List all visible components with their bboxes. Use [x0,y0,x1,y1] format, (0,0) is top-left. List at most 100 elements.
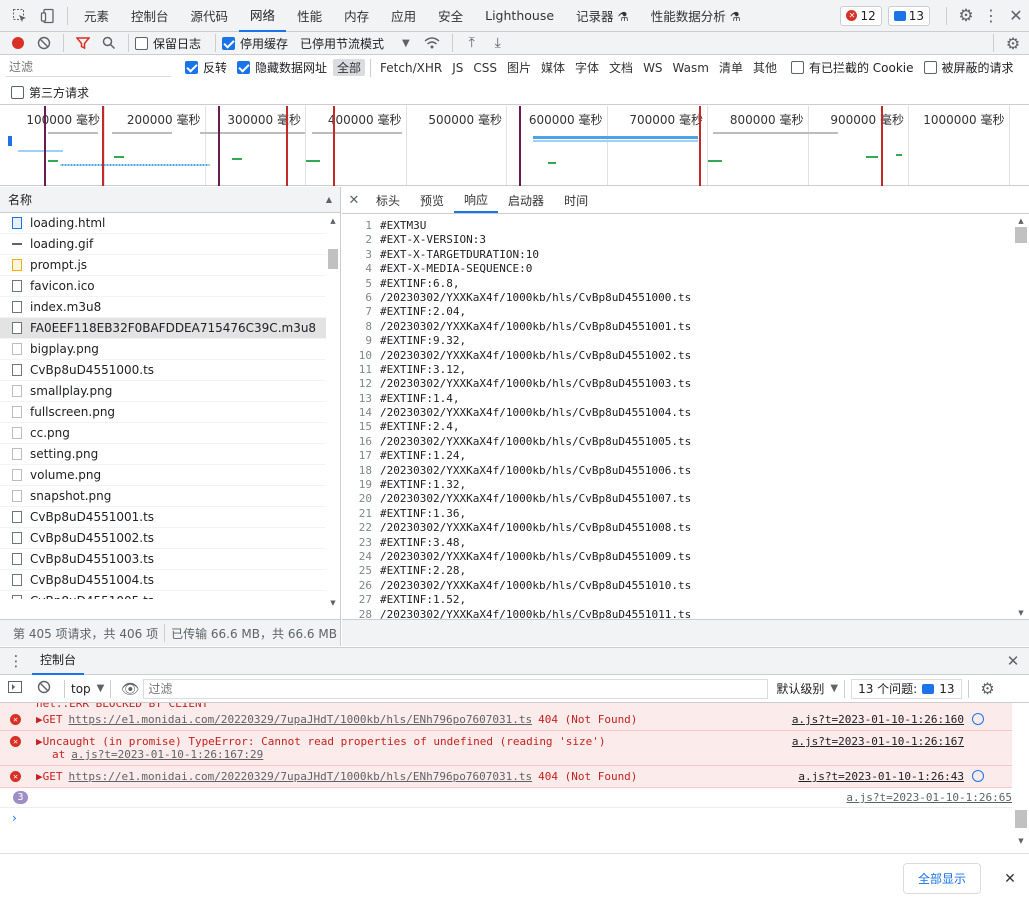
request-url-link[interactable]: https://e1.monidai.com/20220329/7upaJHdT… [69,713,533,726]
filter-type-4[interactable]: 图片 [503,59,535,76]
request-row[interactable]: loading.gif [0,234,326,255]
close-drawer-icon[interactable]: ✕ [997,652,1029,670]
invert-checkbox[interactable]: 反转 [185,59,227,76]
network-panel-icon[interactable] [972,770,984,782]
request-row[interactable]: prompt.js [0,255,326,276]
devtools-tab-7[interactable]: 安全 [427,0,474,32]
clear-console-icon[interactable] [30,680,58,697]
request-list-scrollbar[interactable]: ▲ ▼ [328,217,338,607]
inspect-element-icon[interactable] [6,0,34,32]
more-options-icon[interactable]: ⋮ [979,0,1003,32]
request-row[interactable]: CvBp8uD4551005.ts [0,591,326,599]
filter-input[interactable] [6,58,171,77]
filter-type-10[interactable]: 清单 [715,59,747,76]
filter-type-7[interactable]: 文档 [605,59,637,76]
filter-type-5[interactable]: 媒体 [537,59,569,76]
console-output[interactable]: net::ERR_BLOCKED_BY_CLIENT ✕▶GEThttps://… [0,703,1012,851]
show-all-button[interactable]: 全部显示 [902,863,981,894]
network-overview-timeline[interactable]: 100000 毫秒 200000 毫秒 300000 毫秒 400000 毫秒 5000… [0,106,1029,186]
clear-icon[interactable] [31,32,57,54]
console-error-message[interactable]: ✕ ▶GET https://e1.monidai.com/20220329/7up… [0,766,1012,788]
import-har-icon[interactable]: ⤒ [459,32,485,54]
console-settings-icon[interactable]: ⚙ [975,679,1001,698]
source-link[interactable]: a.js?t=2023-01-10-1:26:167 [792,735,964,748]
throttling-select[interactable]: 已停用节流模式 ▼ [300,35,410,52]
issues-count-badge[interactable]: 13 [887,5,930,26]
detail-tab-3[interactable]: 启动器 [498,187,554,213]
blocked-cookies-checkbox[interactable]: 有已拦截的 Cookie [790,59,914,76]
device-toolbar-icon[interactable] [34,0,62,32]
blocked-cookies-box[interactable] [790,61,804,74]
filter-type-2[interactable]: JS [448,61,467,75]
filter-icon[interactable] [70,32,96,54]
invert-box[interactable] [185,61,198,74]
request-row[interactable]: smallplay.png [0,381,326,402]
request-row[interactable]: CvBp8uD4551004.ts [0,570,326,591]
close-detail-icon[interactable]: ✕ [342,193,366,208]
console-error-message[interactable]: ✕ ▶GET https://e1.monidai.com/20220329/7up… [0,709,1012,731]
live-expression-eye-icon[interactable]: 👁 [117,680,143,698]
network-settings-icon[interactable]: ⚙ [1000,32,1026,54]
response-viewer[interactable]: 1 #EXTM3U 2 #EXT-X-VERSION:3 3 #EXT-X-TARGETD… [342,214,1013,619]
record-icon[interactable] [5,32,31,54]
request-row[interactable]: favicon.ico [0,276,326,297]
request-row[interactable]: CvBp8uD4551001.ts [0,507,326,528]
console-prompt[interactable]: › [0,808,1012,830]
request-row[interactable]: loading.html [0,213,326,234]
console-scrollbar[interactable]: ▼ [1015,707,1027,845]
filter-type-1[interactable]: Fetch/XHR [376,61,446,75]
request-row[interactable]: index.m3u8 [0,297,326,318]
issues-button[interactable]: 13 个问题: 13 [851,678,962,699]
request-row[interactable]: snapshot.png [0,486,326,507]
disable-cache-checkbox[interactable]: 停用缓存 [222,35,288,52]
request-row[interactable]: volume.png [0,465,326,486]
preserve-log-box[interactable] [135,36,148,50]
third-party-checkbox[interactable]: 第三方请求 [11,84,89,101]
third-party-box[interactable] [11,85,24,99]
console-error-message[interactable]: ✕ ▶Uncaught (in promise) TypeError: Canno… [0,731,1012,766]
detail-tab-1[interactable]: 预览 [410,187,454,213]
devtools-tab-3[interactable]: 网络 [239,0,287,32]
request-row[interactable]: cc.png [0,423,326,444]
devtools-tab-9[interactable]: 记录器 ⚗ [565,0,640,32]
context-selector[interactable]: top ▼ [71,682,104,696]
filter-type-3[interactable]: CSS [469,61,501,75]
request-row[interactable]: setting.png [0,444,326,465]
devtools-tab-5[interactable]: 内存 [333,0,380,32]
filter-type-11[interactable]: 其他 [749,59,781,76]
devtools-tab-10[interactable]: 性能数据分析 ⚗ [640,0,752,32]
network-conditions-icon[interactable] [418,32,446,54]
source-link[interactable]: a.js?t=2023-01-10-1:26:43 [798,770,964,783]
blocked-requests-box[interactable] [923,61,937,74]
devtools-tab-1[interactable]: 控制台 [120,0,180,32]
hide-data-urls-checkbox[interactable]: 隐藏数据网址 [237,59,327,76]
request-url-link[interactable]: https://e1.monidai.com/20220329/7upaJHdT… [69,770,533,783]
filter-type-6[interactable]: 字体 [571,59,603,76]
repeat-source-link[interactable]: a.js?t=2023-01-10-1:26:65 [846,791,1012,804]
response-scrollbar[interactable]: ▲ ▼ [1015,217,1027,617]
request-row[interactable]: CvBp8uD4551002.ts [0,528,326,549]
stack-frame-link[interactable]: a.js?t=2023-01-10-1:26:167:29 [71,748,263,761]
request-row[interactable]: CvBp8uD4551000.ts [0,360,326,381]
source-link[interactable]: a.js?t=2023-01-10-1:26:160 [792,713,964,726]
devtools-tab-0[interactable]: 元素 [73,0,120,32]
detail-tab-2[interactable]: 响应 [454,187,499,213]
request-row[interactable]: FA0EEF118EB32F0BAFDDEA715476C39C.m3u8 [0,318,326,339]
name-column-header[interactable]: 名称 ▲ [0,187,340,213]
search-icon[interactable] [96,32,122,54]
network-panel-icon[interactable] [972,713,984,725]
drawer-tab-console[interactable]: 控制台 [32,648,85,675]
request-row[interactable]: fullscreen.png [0,402,326,423]
devtools-tab-4[interactable]: 性能 [286,0,333,32]
request-row[interactable]: CvBp8uD4551003.ts [0,549,326,570]
console-sidebar-icon[interactable] [0,681,30,696]
disable-cache-box[interactable] [222,36,236,50]
devtools-tab-2[interactable]: 源代码 [180,0,240,32]
filter-type-9[interactable]: Wasm [669,61,713,75]
settings-gear-icon[interactable]: ⚙ [953,0,979,32]
request-row[interactable]: bigplay.png [0,339,326,360]
devtools-tab-6[interactable]: 应用 [380,0,427,32]
preserve-log-checkbox[interactable]: 保留日志 [135,35,201,52]
drawer-menu-icon[interactable]: ⋮ [0,652,32,670]
close-devtools-icon[interactable]: ✕ [1003,0,1029,32]
